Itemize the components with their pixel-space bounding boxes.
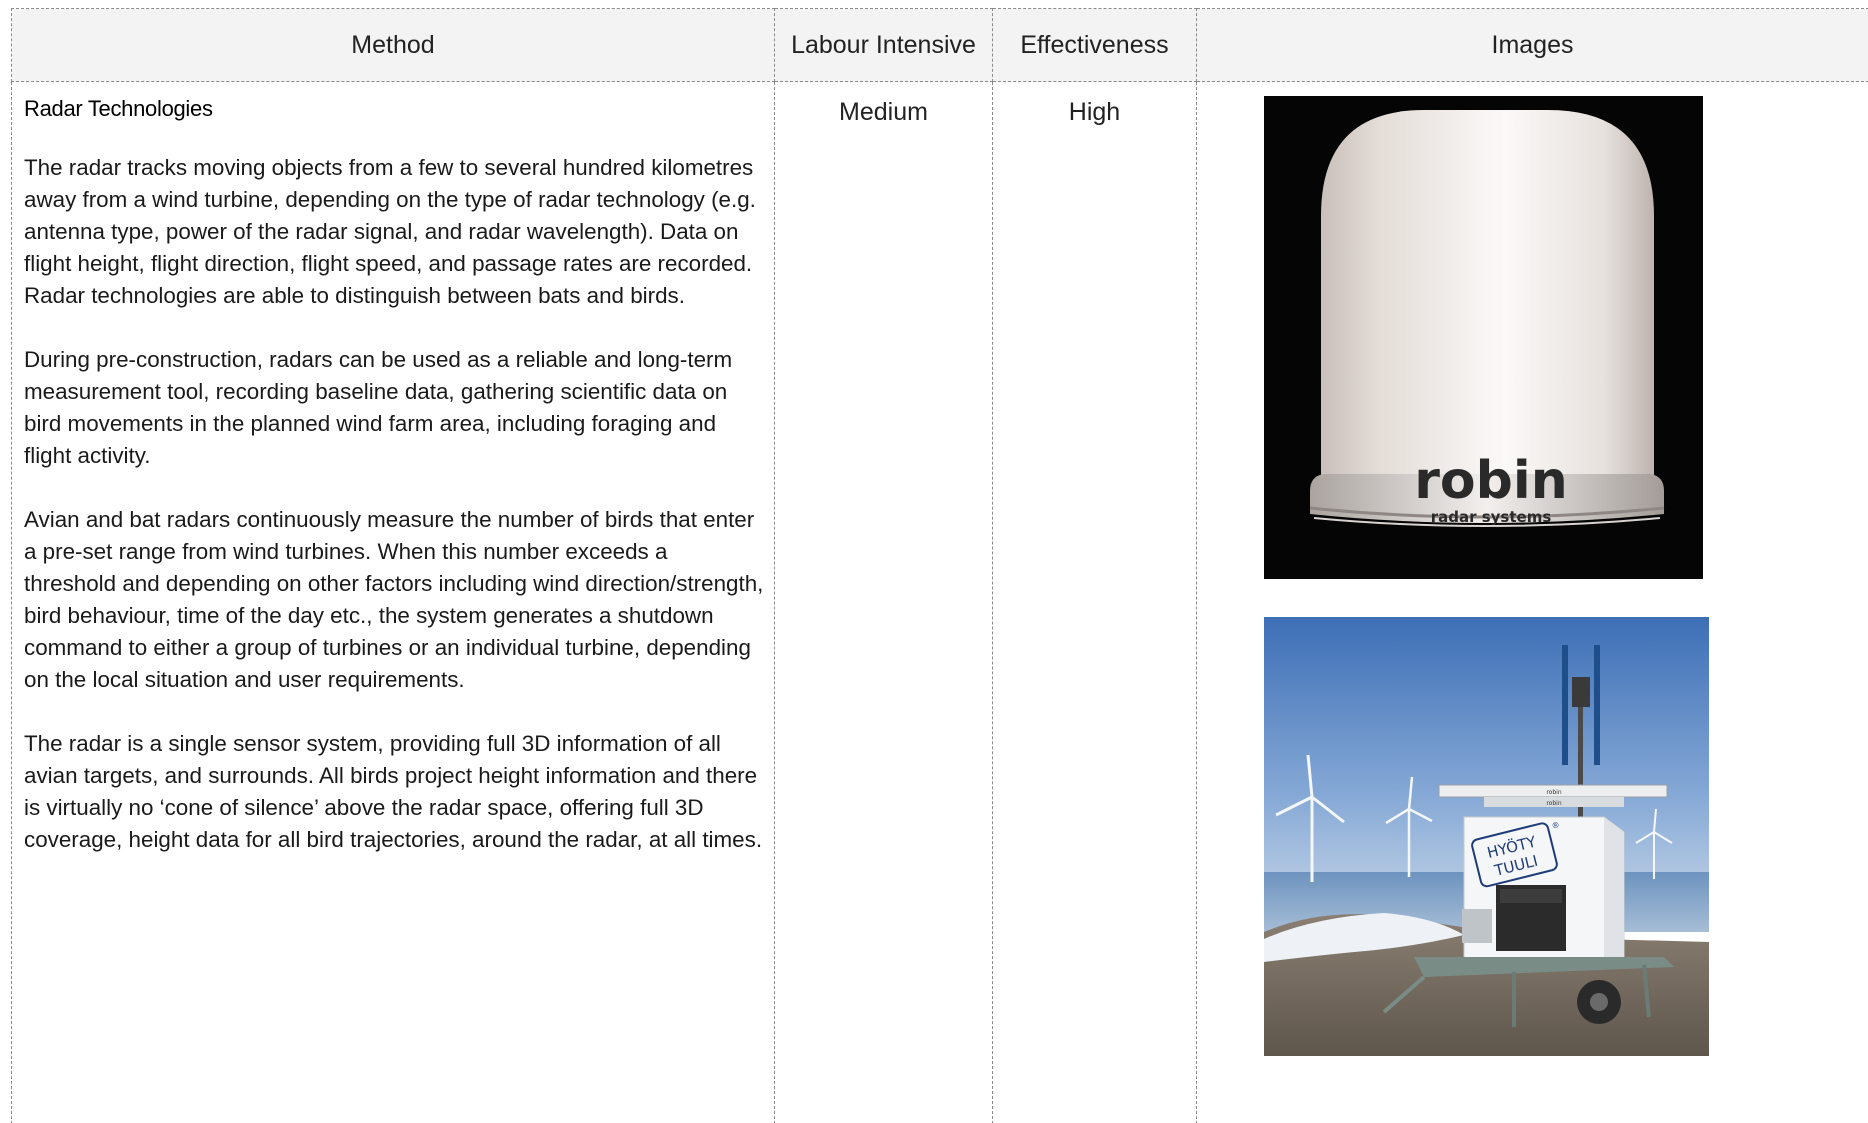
radar-trailer-graphic: robin robin HYÖTY TUULI ® — [1264, 617, 1709, 1056]
header-method: Method — [11, 8, 775, 82]
radar-logo-text: robin — [1414, 451, 1567, 511]
radar-dome-graphic: robin radar systems — [1264, 96, 1703, 579]
header-images: Images — [1196, 8, 1868, 82]
radar-logo-subtext: radar systems — [1431, 508, 1552, 526]
effectiveness-value: High — [992, 81, 1197, 1123]
header-effectiveness: Effectiveness — [992, 8, 1197, 82]
labour-intensive-value: Medium — [774, 81, 993, 1123]
method-cell: Radar Technologies The radar tracks movi… — [11, 81, 775, 1123]
radar-trailer-image: robin robin HYÖTY TUULI ® — [1264, 617, 1709, 1056]
table-row: Radar Technologies The radar tracks movi… — [11, 81, 1868, 1123]
radar-methods-table: Method Labour Intensive Effectiveness Im… — [11, 8, 1868, 1123]
trailer-label-1: robin — [1546, 789, 1561, 796]
header-labour-intensive: Labour Intensive — [774, 8, 993, 82]
radar-dome-image: robin radar systems — [1264, 96, 1703, 579]
trailer-label-2: robin — [1546, 800, 1561, 807]
methods-table: Method Labour Intensive Effectiveness Im… — [11, 8, 1868, 1123]
images-cell: robin radar systems robin robin HYÖTY TU… — [1196, 81, 1868, 1123]
table-header-row: Method Labour Intensive Effectiveness Im… — [11, 8, 1868, 82]
method-paragraph-1: The radar tracks moving objects from a f… — [24, 155, 756, 308]
method-paragraph-4: The radar is a single sensor system, pro… — [24, 731, 763, 852]
method-paragraph-3: Avian and bat radars continuously measur… — [24, 507, 764, 692]
method-paragraph-2: During pre-construction, radars can be u… — [24, 347, 733, 468]
method-title: Radar Technologies — [24, 96, 213, 121]
